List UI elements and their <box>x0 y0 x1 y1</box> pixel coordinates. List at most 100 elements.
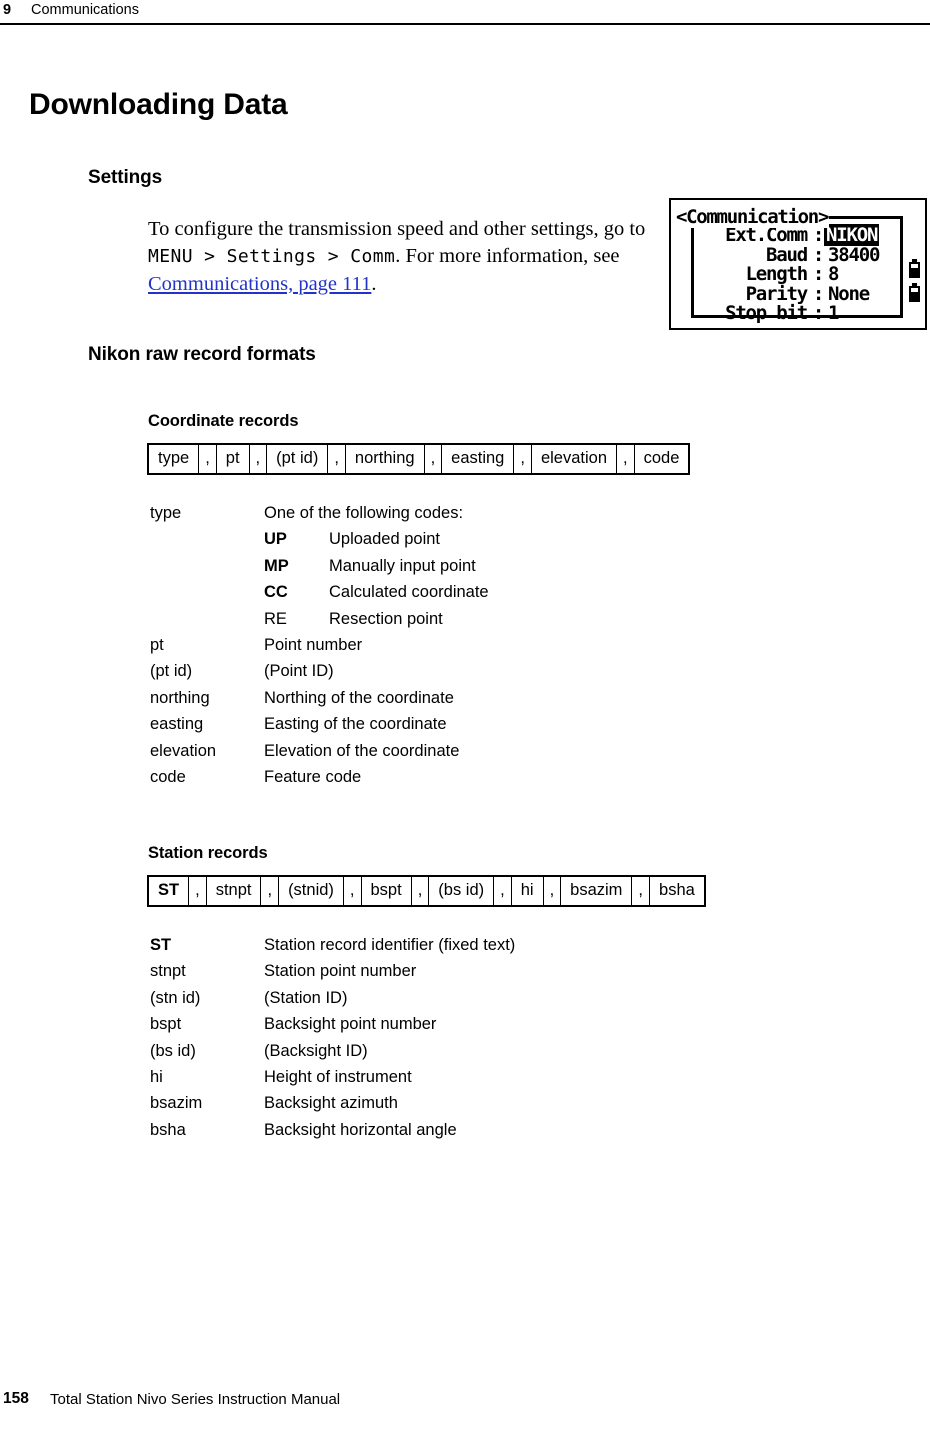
lcd-value-stop-bit[interactable]: 1 <box>824 302 839 324</box>
definition-term: easting <box>150 715 204 734</box>
battery-icon <box>909 259 920 278</box>
heading-settings: Settings <box>88 166 163 188</box>
definition-term: type <box>150 504 182 522</box>
definition-row-bsazim: bsazim Backsight azimuth <box>150 1090 515 1116</box>
cross-reference-link[interactable]: Communications, page 111 <box>148 273 371 295</box>
field-cell-hi: hi <box>510 875 544 907</box>
field-cell-pt: pt <box>215 443 250 475</box>
station-records-definition-list: ST Station record identifier (fixed text… <box>150 932 515 1143</box>
settings-paragraph-part1: To configure the transmission speed and … <box>148 217 646 240</box>
field-cell-bspt: bspt <box>360 875 412 907</box>
field-cell-type: type <box>147 443 200 475</box>
footer-page-number: 158 <box>3 1390 29 1407</box>
definition-description: Backsight azimuth <box>264 1094 398 1113</box>
lcd-screen-title: <Communication> <box>675 206 829 228</box>
definition-term: bsha <box>150 1120 186 1139</box>
menu-path-text: MENU > Settings > Comm <box>148 246 396 267</box>
definition-term: hi <box>150 1068 163 1087</box>
type-code-row-up: UP Uploaded point <box>264 526 489 552</box>
header-chapter-title: Communications <box>31 2 139 18</box>
definition-row-northing: northing Northing of the coordinate <box>150 685 489 711</box>
type-code-description: Resection point <box>329 609 443 628</box>
definition-description: (Backsight ID) <box>264 1041 368 1060</box>
field-cell-st: ST <box>147 875 190 907</box>
separator-cell: , <box>631 875 651 907</box>
definition-description: Elevation of the coordinate <box>264 741 460 760</box>
coordinate-records-definition-list: type One of the following codes: UP Uplo… <box>150 500 489 790</box>
definition-description: Easting of the coordinate <box>264 715 447 734</box>
lcd-settings-list: Ext.Comm : NIKON Baud : 38400 Length : 8… <box>695 224 891 324</box>
heading-nikon-raw-record-formats: Nikon raw record formats <box>88 343 316 365</box>
definition-term: stnpt <box>150 962 186 981</box>
type-code-row-mp: MP Manually input point <box>264 553 489 579</box>
page-header: 9 Communications <box>0 0 930 28</box>
definition-row-bspt: bspt Backsight point number <box>150 1011 515 1037</box>
lcd-colon-stop-bit: : <box>812 302 824 324</box>
type-code-key: RE <box>264 609 287 628</box>
field-cell-stnpt: stnpt <box>205 875 262 907</box>
definition-description: (Point ID) <box>264 662 334 681</box>
definition-row-bsha: bsha Backsight horizontal angle <box>150 1117 515 1143</box>
definition-row-type: type One of the following codes: <box>150 500 489 526</box>
definition-term: (stn id) <box>150 988 201 1007</box>
table-row: ST , stnpt , (stnid) , bspt , (bs id) , … <box>147 875 706 907</box>
heading-coordinate-records: Coordinate records <box>148 411 299 430</box>
field-cell-stnid: (stnid) <box>278 875 344 907</box>
lcd-row-stop-bit: Stop bit : 1 <box>695 302 891 324</box>
lcd-row-baud: Baud : 38400 <box>695 244 891 266</box>
field-cell-northing: northing <box>344 443 425 475</box>
separator-cell: , <box>616 443 635 475</box>
definition-description: Point number <box>264 636 363 655</box>
separator-cell: , <box>248 443 268 475</box>
settings-paragraph-part2: . For more information, see <box>395 245 620 267</box>
definition-row-stnpt: stnpt Station point number <box>150 958 515 984</box>
page-title: Downloading Data <box>29 88 288 122</box>
separator-cell: , <box>327 443 346 475</box>
station-record-format-table: ST , stnpt , (stnid) , bspt , (bs id) , … <box>147 875 706 908</box>
definition-description: (Station ID) <box>264 988 348 1007</box>
definition-description: Backsight horizontal angle <box>264 1120 457 1139</box>
definition-term: elevation <box>150 741 217 760</box>
definition-term: northing <box>150 688 210 707</box>
definition-term: (bs id) <box>150 1041 196 1060</box>
heading-station-records: Station records <box>148 843 268 862</box>
type-code-key: MP <box>264 556 289 575</box>
separator-cell: , <box>423 443 443 475</box>
definition-row-pt-id: (pt id) (Point ID) <box>150 658 489 684</box>
field-cell-bsazim: bsazim <box>560 875 633 907</box>
separator-cell: , <box>513 443 532 475</box>
definition-row-bs-id: (bs id) (Backsight ID) <box>150 1038 515 1064</box>
lcd-row-length: Length : 8 <box>695 263 891 285</box>
field-cell-code: code <box>633 443 690 475</box>
definition-row-hi: hi Height of instrument <box>150 1064 515 1090</box>
definition-row-st: ST Station record identifier (fixed text… <box>150 932 515 958</box>
field-cell-bs-id: (bs id) <box>428 875 495 907</box>
definition-term: code <box>150 768 186 787</box>
table-row: type , pt , (pt id) , northing , easting… <box>147 443 690 475</box>
definition-row-elevation: elevation Elevation of the coordinate <box>150 738 489 764</box>
separator-cell: , <box>542 875 562 907</box>
separator-cell: , <box>260 875 280 907</box>
header-chapter-number: 9 <box>3 2 12 18</box>
lcd-row-parity: Parity : None <box>695 283 891 305</box>
definition-row-easting: easting Easting of the coordinate <box>150 711 489 737</box>
page-footer: 158 Total Station Nivo Series Instructio… <box>0 1390 930 1412</box>
definition-row-stn-id: (stn id) (Station ID) <box>150 985 515 1011</box>
definition-term: bspt <box>150 1015 182 1034</box>
type-code-key: CC <box>264 583 288 602</box>
type-code-list: UP Uploaded point MP Manually input poin… <box>264 526 489 632</box>
field-cell-pt-id: (pt id) <box>266 443 329 475</box>
definition-description: Station point number <box>264 962 417 981</box>
footer-manual-title: Total Station Nivo Series Instruction Ma… <box>50 1391 341 1408</box>
definition-term: ST <box>150 936 172 954</box>
field-cell-bsha: bsha <box>649 875 706 907</box>
settings-paragraph: To configure the transmission speed and … <box>148 216 648 299</box>
field-cell-elevation: elevation <box>530 443 618 475</box>
separator-cell: , <box>410 875 430 907</box>
separator-cell: , <box>342 875 362 907</box>
definition-description: Backsight point number <box>264 1015 437 1034</box>
separator-cell: , <box>198 443 217 475</box>
lcd-screen-figure: <Communication> Ext.Comm : NIKON Baud : … <box>669 198 927 330</box>
definition-description: Height of instrument <box>264 1068 412 1087</box>
definition-row-code: code Feature code <box>150 764 489 790</box>
